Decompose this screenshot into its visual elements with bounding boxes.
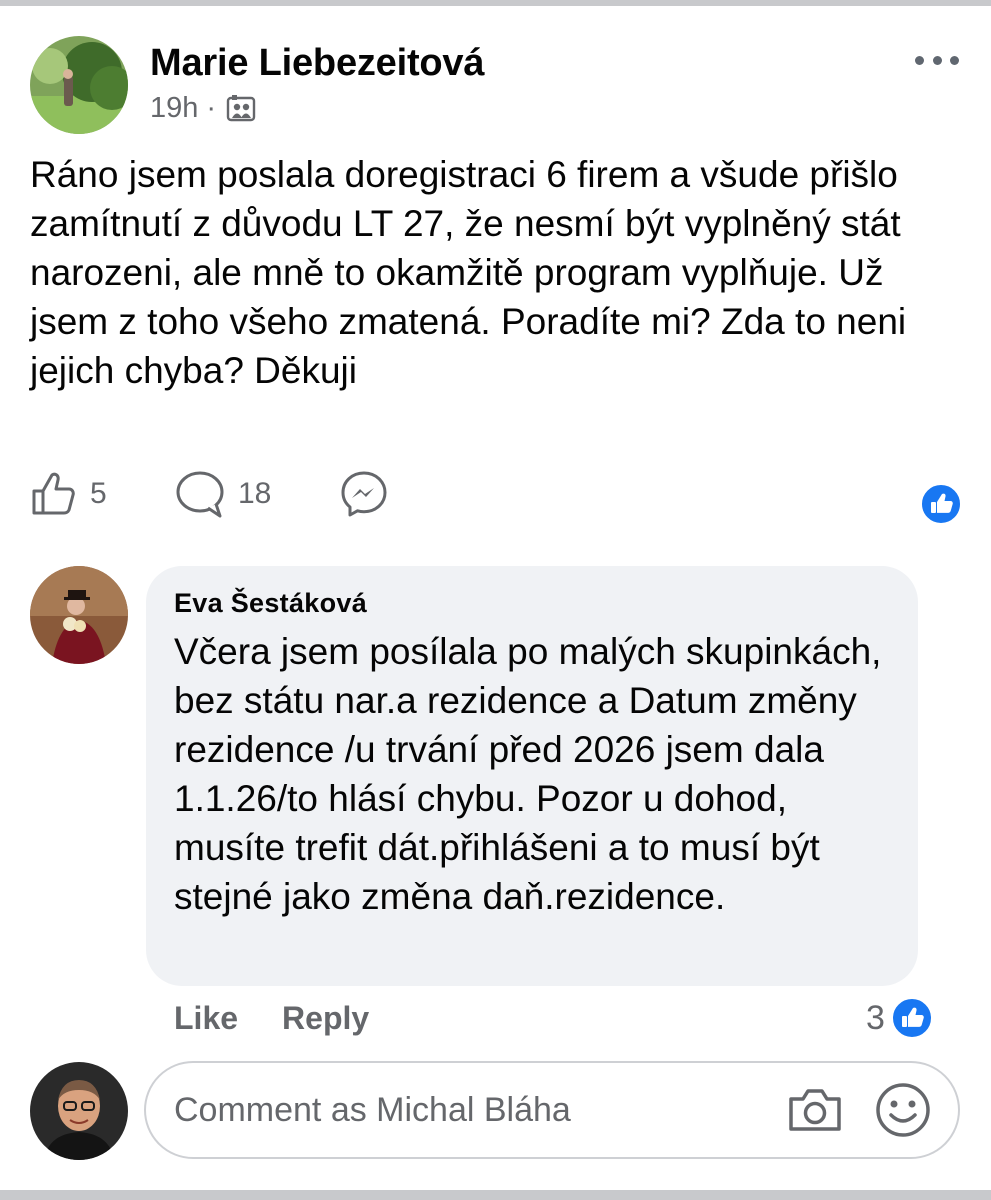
comment-reaction-count: 3 <box>866 998 885 1037</box>
bottom-divider <box>0 1190 991 1200</box>
top-divider <box>0 0 991 6</box>
comment-author-name[interactable]: Eva Šestáková <box>174 588 890 619</box>
comment-bubble: Eva Šestáková Včera jsem posílala po mal… <box>146 566 918 986</box>
current-user-avatar[interactable] <box>30 1062 128 1160</box>
post-meta: 19h · <box>150 92 256 125</box>
comment-reactions[interactable]: 3 <box>866 997 933 1039</box>
more-dot-icon <box>932 55 942 65</box>
post-body-text: Ráno jsem poslala doregistraci 6 firem a… <box>30 154 907 391</box>
like-count: 5 <box>90 477 107 510</box>
comment-composer <box>144 1061 960 1159</box>
author-avatar[interactable] <box>30 36 128 134</box>
comment-button[interactable]: 18 <box>174 470 271 518</box>
comment-actions: Like Reply <box>174 1000 369 1037</box>
post-time[interactable]: 19h <box>150 92 198 125</box>
comment-reply-button[interactable]: Reply <box>282 1000 369 1037</box>
comment-like-button[interactable]: Like <box>174 1000 238 1037</box>
emoji-icon[interactable] <box>874 1081 932 1139</box>
comment-count: 18 <box>238 477 272 510</box>
comment-input[interactable] <box>174 1063 754 1157</box>
post-author-name[interactable]: Marie Liebezeitová <box>150 42 485 85</box>
camera-icon[interactable] <box>786 1085 844 1135</box>
comment-bubble-icon <box>176 471 224 518</box>
more-dot-icon <box>915 55 924 65</box>
like-reaction-icon <box>890 997 933 1039</box>
messenger-icon <box>341 471 387 517</box>
more-dot-icon <box>950 55 959 65</box>
more-options-button[interactable] <box>915 50 959 70</box>
meta-separator: · <box>206 92 217 124</box>
comment-body-text: Včera jsem posílala po malých skupinkách… <box>174 631 882 917</box>
messenger-share-button[interactable] <box>340 470 388 518</box>
friends-audience-icon <box>226 94 256 121</box>
comment-author-avatar[interactable] <box>30 566 128 664</box>
thumbs-up-outline-icon <box>32 472 75 515</box>
like-button[interactable]: 5 <box>30 470 107 518</box>
like-reaction-badge-icon[interactable] <box>920 483 962 525</box>
